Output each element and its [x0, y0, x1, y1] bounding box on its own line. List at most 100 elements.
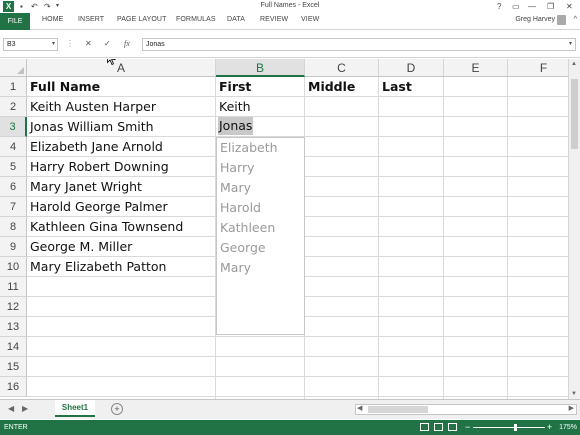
previous-sheet-icon[interactable]: ◀	[8, 404, 14, 413]
add-sheet-button[interactable]: +	[111, 403, 123, 415]
status-mode: ENTER	[4, 424, 28, 431]
row-header-2[interactable]: 2	[0, 97, 27, 117]
scroll-right-icon[interactable]: ▶	[569, 404, 574, 412]
cell-a6[interactable]: Mary Janet Wright	[27, 177, 142, 197]
cell-a1[interactable]: Full Name	[27, 77, 100, 97]
row-header-13[interactable]: 13	[0, 317, 27, 337]
cell-b2[interactable]: Keith	[216, 97, 251, 117]
page-break-view-icon[interactable]	[448, 423, 457, 431]
tab-home[interactable]: HOME	[42, 16, 63, 23]
column-header-c[interactable]: C	[305, 59, 379, 77]
tab-formulas[interactable]: FORMULAS	[176, 16, 216, 23]
zoom-in-button[interactable]: +	[547, 422, 552, 432]
flash-fill-preview[interactable]: Elizabeth Harry Mary Harold Kathleen Geo…	[216, 137, 305, 335]
ribbon-tabs: FILE HOME INSERT PAGE LAYOUT FORMULAS DA…	[0, 13, 580, 30]
cell-a5[interactable]: Harry Robert Downing	[27, 157, 169, 177]
select-all-button[interactable]	[0, 59, 27, 77]
row-header-9[interactable]: 9	[0, 237, 27, 257]
close-button[interactable]: ✕	[566, 1, 573, 12]
scroll-down-icon[interactable]: ▼	[571, 391, 577, 397]
formula-value: Jonas	[146, 41, 165, 48]
row-header-8[interactable]: 8	[0, 217, 27, 237]
column-header-d[interactable]: D	[379, 59, 444, 77]
maximize-button[interactable]: ❐	[547, 1, 554, 12]
next-sheet-icon[interactable]: ▶	[22, 404, 28, 413]
zoom-out-button[interactable]: −	[465, 422, 470, 432]
scroll-up-icon[interactable]: ▲	[571, 61, 577, 67]
cell-b1[interactable]: First	[216, 77, 251, 97]
scroll-thumb[interactable]	[368, 406, 428, 413]
avatar[interactable]	[557, 15, 566, 25]
tab-file[interactable]: FILE	[0, 13, 30, 30]
zoom-slider[interactable]	[473, 427, 545, 428]
active-cell-b3[interactable]: Jonas	[216, 117, 266, 136]
row-header-10[interactable]: 10	[0, 257, 27, 277]
formula-bar-splitter[interactable]: ⋮	[66, 39, 74, 48]
cell-a3[interactable]: Jonas William Smith	[27, 117, 154, 137]
gridline	[443, 77, 444, 399]
status-bar: ENTER − + 175%	[0, 420, 580, 435]
tab-data[interactable]: DATA	[227, 16, 245, 23]
cell-a2[interactable]: Keith Austen Harper	[27, 97, 156, 117]
cell-c1[interactable]: Middle	[305, 77, 355, 97]
tab-view[interactable]: VIEW	[301, 16, 319, 23]
page-layout-view-icon[interactable]	[434, 423, 443, 431]
flash-fill-suggestion: Mary	[220, 260, 251, 275]
insert-function-icon[interactable]: fx	[124, 38, 130, 50]
collapse-ribbon-icon[interactable]: ^	[574, 16, 577, 23]
name-box-value: B3	[7, 41, 16, 48]
row-header-1[interactable]: 1	[0, 77, 27, 97]
cancel-icon[interactable]: ✕	[85, 38, 92, 50]
row-header-15[interactable]: 15	[0, 357, 27, 377]
gridline	[27, 396, 580, 397]
scroll-thumb[interactable]	[571, 79, 578, 149]
cell-a7[interactable]: Harold George Palmer	[27, 197, 168, 217]
vertical-scrollbar[interactable]: ▲ ▼	[568, 59, 580, 399]
name-box[interactable]: B3 ▾	[3, 38, 58, 51]
row-header-16[interactable]: 16	[0, 377, 27, 397]
row-header-11[interactable]: 11	[0, 277, 27, 297]
ribbon-display-options-button[interactable]: ▭	[512, 1, 520, 12]
gridline	[507, 77, 508, 399]
tab-review[interactable]: REVIEW	[260, 16, 288, 23]
minimize-button[interactable]: —	[528, 1, 536, 12]
flash-fill-suggestion: George	[220, 240, 266, 255]
cell-a10[interactable]: Mary Elizabeth Patton	[27, 257, 166, 277]
row-header-6[interactable]: 6	[0, 177, 27, 197]
cell-d1[interactable]: Last	[379, 77, 412, 97]
sheet-tab-sheet1[interactable]: Sheet1	[55, 400, 95, 417]
mouse-pointer-icon	[107, 59, 116, 65]
row-header-14[interactable]: 14	[0, 337, 27, 357]
column-header-e[interactable]: E	[444, 59, 508, 77]
active-cell-text: Jonas	[218, 117, 254, 135]
column-header-b[interactable]: B	[216, 59, 305, 77]
row-header-3[interactable]: 3	[0, 117, 27, 137]
enter-icon[interactable]: ✓	[104, 38, 111, 50]
cell-a9[interactable]: George M. Miller	[27, 237, 132, 257]
scroll-left-icon[interactable]: ◀	[357, 404, 362, 412]
row-header-7[interactable]: 7	[0, 197, 27, 217]
tab-insert[interactable]: INSERT	[78, 16, 104, 23]
cell-a4[interactable]: Elizabeth Jane Arnold	[27, 137, 163, 157]
expand-formula-bar-icon[interactable]: ▾	[569, 39, 572, 50]
help-button[interactable]: ?	[497, 1, 501, 12]
row-header-12[interactable]: 12	[0, 297, 27, 317]
worksheet-grid[interactable]: A B C D E F 1 2 3 4 5 6 7 8 9 10 11 12 1…	[0, 59, 580, 399]
normal-view-icon[interactable]	[420, 423, 429, 431]
gridline	[27, 356, 580, 357]
title-bar: X ▪ ↶ ↷ ▾ Full Names - Excel ? ▭ — ❐ ✕	[0, 0, 580, 13]
tab-page-layout[interactable]: PAGE LAYOUT	[117, 16, 166, 23]
flash-fill-suggestion: Kathleen	[220, 220, 276, 235]
gridline	[27, 336, 580, 337]
column-header-a[interactable]: A	[27, 59, 216, 77]
zoom-level[interactable]: 175%	[559, 424, 577, 431]
row-header-5[interactable]: 5	[0, 157, 27, 177]
flash-fill-suggestion: Harold	[220, 200, 261, 215]
chevron-down-icon[interactable]: ▾	[52, 39, 55, 50]
cell-a8[interactable]: Kathleen Gina Townsend	[27, 217, 183, 237]
zoom-slider-thumb[interactable]	[514, 424, 517, 431]
formula-input[interactable]: Jonas ▾	[142, 38, 576, 51]
horizontal-scrollbar[interactable]: ◀ ▶	[355, 404, 577, 415]
row-header-4[interactable]: 4	[0, 137, 27, 157]
user-name[interactable]: Greg Harvey	[515, 16, 555, 23]
